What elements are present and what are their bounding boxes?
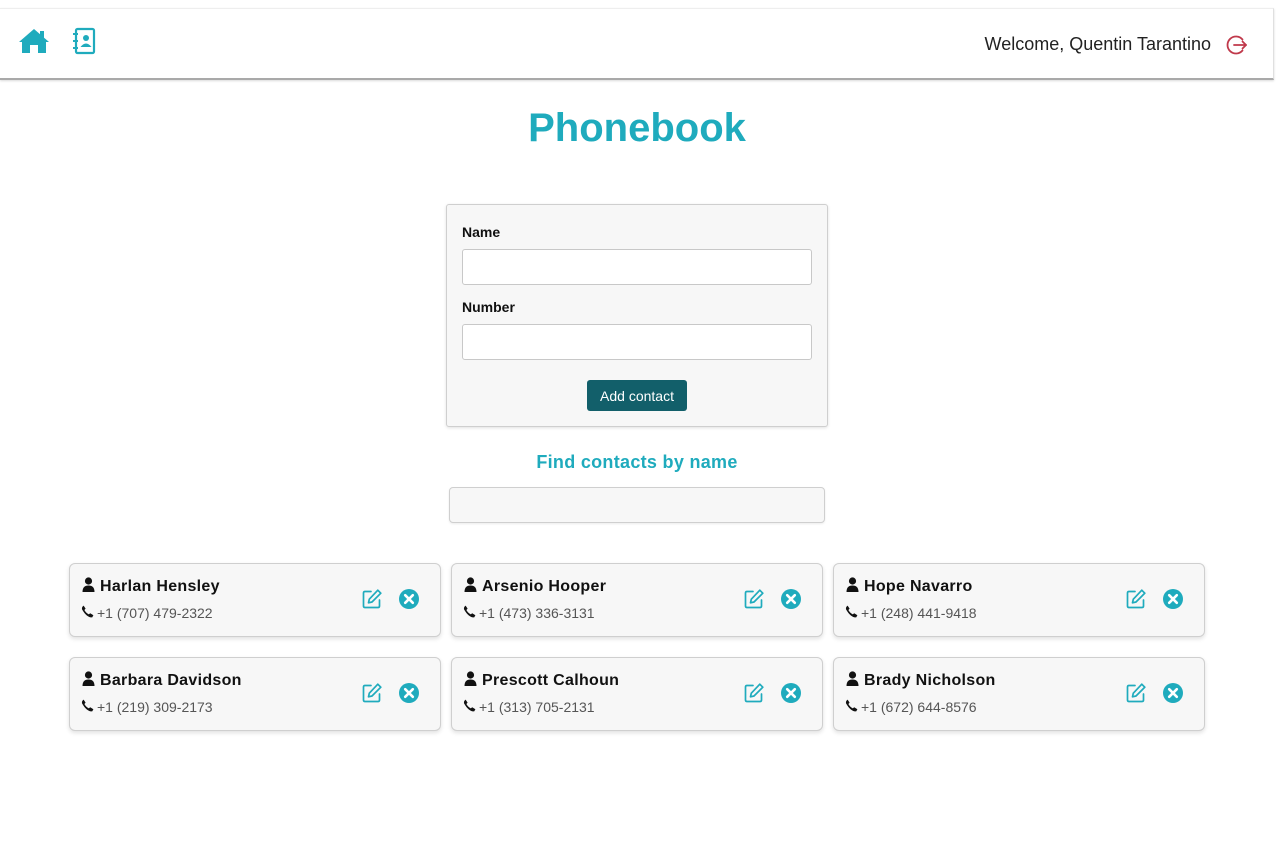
delete-icon[interactable] <box>398 588 420 610</box>
name-label: Name <box>462 224 501 240</box>
person-icon <box>846 577 859 592</box>
phone-icon <box>845 699 858 712</box>
phone-icon <box>81 605 94 618</box>
person-icon <box>846 671 859 686</box>
home-icon[interactable] <box>18 26 50 56</box>
add-contact-form: Name Number Add contact <box>446 204 828 427</box>
person-icon <box>82 671 95 686</box>
edit-icon[interactable] <box>361 682 383 704</box>
edit-icon[interactable] <box>1125 588 1147 610</box>
filter-title: Find contacts by name <box>536 452 738 472</box>
edit-icon[interactable] <box>743 682 765 704</box>
number-label: Number <box>462 299 515 315</box>
person-icon <box>464 577 477 592</box>
contact-name: Arsenio Hooper <box>482 578 607 595</box>
logout-icon[interactable] <box>1225 33 1249 57</box>
contact-number: +1 (473) 336-3131 <box>479 605 595 621</box>
contact-number: +1 (248) 441-9418 <box>861 605 977 621</box>
edit-icon[interactable] <box>743 588 765 610</box>
contact-number: +1 (219) 309-2173 <box>97 699 213 715</box>
name-input[interactable] <box>462 249 812 285</box>
contact-number: +1 (707) 479-2322 <box>97 605 213 621</box>
contact-card: Arsenio Hooper +1 (473) 336-3131 <box>451 563 823 637</box>
delete-icon[interactable] <box>1162 588 1184 610</box>
contact-number: +1 (313) 705-2131 <box>479 699 595 715</box>
contact-name: Prescott Calhoun <box>482 672 620 689</box>
filter-input[interactable] <box>449 487 825 523</box>
add-contact-button[interactable]: Add contact <box>587 380 687 411</box>
app-header: Welcome, Quentin Tarantino <box>0 8 1274 80</box>
contact-card: Prescott Calhoun +1 (313) 705-2131 <box>451 657 823 731</box>
person-icon <box>82 577 95 592</box>
phone-icon <box>463 699 476 712</box>
delete-icon[interactable] <box>1162 682 1184 704</box>
person-icon <box>464 671 477 686</box>
contact-name: Barbara Davidson <box>100 672 242 689</box>
phone-icon <box>81 699 94 712</box>
address-book-icon[interactable] <box>68 26 100 56</box>
page-title: Phonebook <box>528 106 746 150</box>
welcome-text: Welcome, Quentin Tarantino <box>984 34 1211 54</box>
delete-icon[interactable] <box>398 682 420 704</box>
contact-number: +1 (672) 644-8576 <box>861 699 977 715</box>
number-input[interactable] <box>462 324 812 360</box>
contact-card: Hope Navarro +1 (248) 441-9418 <box>833 563 1205 637</box>
delete-icon[interactable] <box>780 588 802 610</box>
delete-icon[interactable] <box>780 682 802 704</box>
phone-icon <box>463 605 476 618</box>
edit-icon[interactable] <box>1125 682 1147 704</box>
phone-icon <box>845 605 858 618</box>
contact-name: Harlan Hensley <box>100 578 220 595</box>
contact-name: Brady Nicholson <box>864 672 996 689</box>
contact-name: Hope Navarro <box>864 578 973 595</box>
contact-card: Barbara Davidson +1 (219) 309-2173 <box>69 657 441 731</box>
contact-card: Brady Nicholson +1 (672) 644-8576 <box>833 657 1205 731</box>
edit-icon[interactable] <box>361 588 383 610</box>
contact-card: Harlan Hensley +1 (707) 479-2322 <box>69 563 441 637</box>
